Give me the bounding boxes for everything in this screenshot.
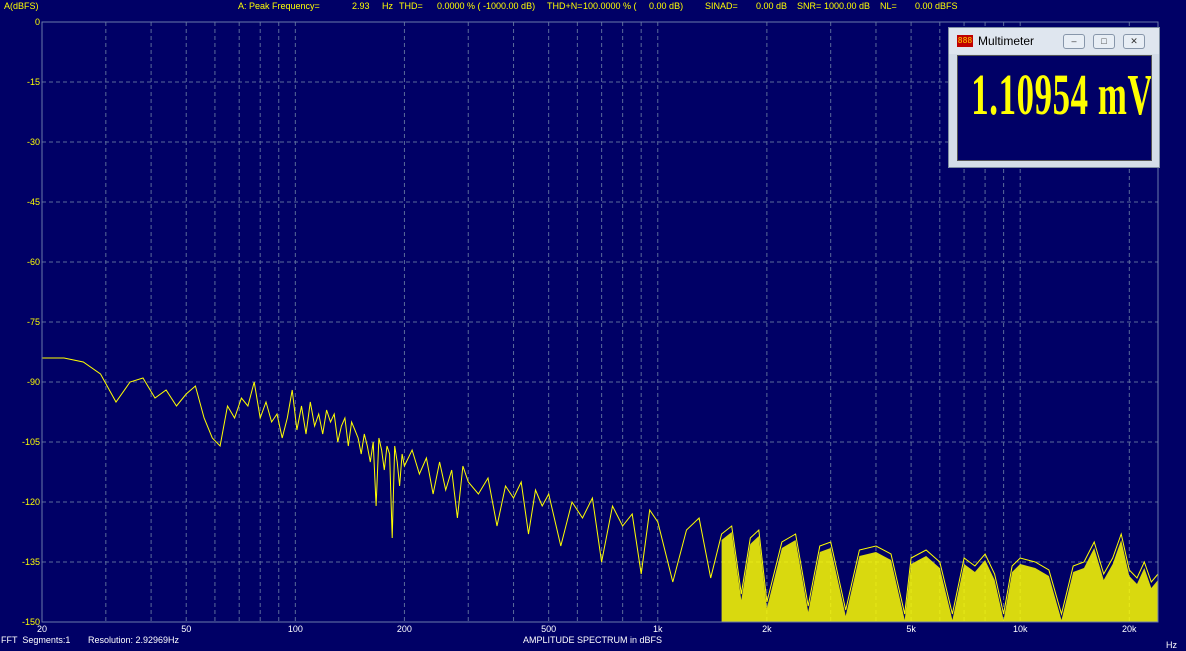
snr-value: 1000.00 dB — [824, 1, 871, 11]
minimize-button[interactable]: ‒ — [1063, 34, 1085, 49]
y-tick-label: -15 — [27, 77, 40, 87]
x-tick-label: 200 — [397, 624, 412, 634]
y-tick-label: -45 — [27, 197, 40, 207]
sinad-value: 0.00 dB — [756, 1, 788, 11]
x-axis-label: AMPLITUDE SPECTRUM in dBFS — [523, 635, 663, 645]
x-tick-label: 5k — [906, 624, 916, 634]
multimeter-title: Multimeter — [978, 34, 1035, 48]
y-tick-label: -120 — [22, 497, 40, 507]
peak-frequency-label: A: Peak Frequency= — [238, 1, 320, 11]
fft-resolution: Resolution: 2.92969Hz — [88, 635, 180, 645]
close-button[interactable]: ✕ — [1123, 34, 1145, 49]
x-tick-label: 50 — [181, 624, 191, 634]
x-tick-label: 1k — [653, 624, 663, 634]
y-tick-label: -75 — [27, 317, 40, 327]
y-tick-label: -90 — [27, 377, 40, 387]
x-tick-label: 10k — [1013, 624, 1028, 634]
y-tick-label: -60 — [27, 257, 40, 267]
x-tick-label: 20k — [1122, 624, 1137, 634]
y-tick-label: -135 — [22, 557, 40, 567]
x-tick-label: 2k — [762, 624, 772, 634]
multimeter-display: 1.10954 mV — [957, 55, 1152, 161]
x-axis-unit: Hz — [1166, 640, 1177, 650]
peak-frequency-unit: Hz — [382, 1, 393, 11]
thd-label: THD= — [399, 1, 423, 11]
x-tick-label: 500 — [541, 624, 556, 634]
multimeter-reading: 1.10954 mV — [971, 62, 1152, 127]
thdn-value: 100.0000 % ( 0.00 dB) — [583, 1, 684, 11]
multimeter-icon: 888 — [957, 35, 973, 47]
x-tick-label: 20 — [37, 624, 47, 634]
multimeter-titlebar[interactable]: 888 Multimeter ‒ □ ✕ — [949, 28, 1159, 54]
maximize-button[interactable]: □ — [1093, 34, 1115, 49]
y-tick-label: 0 — [35, 17, 40, 27]
thdn-label: THD+N= — [547, 1, 583, 11]
sinad-label: SINAD= — [705, 1, 738, 11]
x-tick-label: 100 — [288, 624, 303, 634]
y-tick-label: -30 — [27, 137, 40, 147]
snr-label: SNR= — [797, 1, 822, 11]
multimeter-window[interactable]: 888 Multimeter ‒ □ ✕ 1.10954 mV — [948, 27, 1160, 168]
y-tick-label: -105 — [22, 437, 40, 447]
nl-label: NL= — [880, 1, 897, 11]
peak-frequency-value: 2.93 — [352, 1, 370, 11]
nl-value: 0.00 dBFS — [915, 1, 958, 11]
fft-segments: FFT Segments:1 — [1, 635, 71, 645]
thd-value: 0.0000 % ( -1000.00 dB) — [437, 1, 536, 11]
y-axis-label: A(dBFS) — [4, 1, 39, 11]
